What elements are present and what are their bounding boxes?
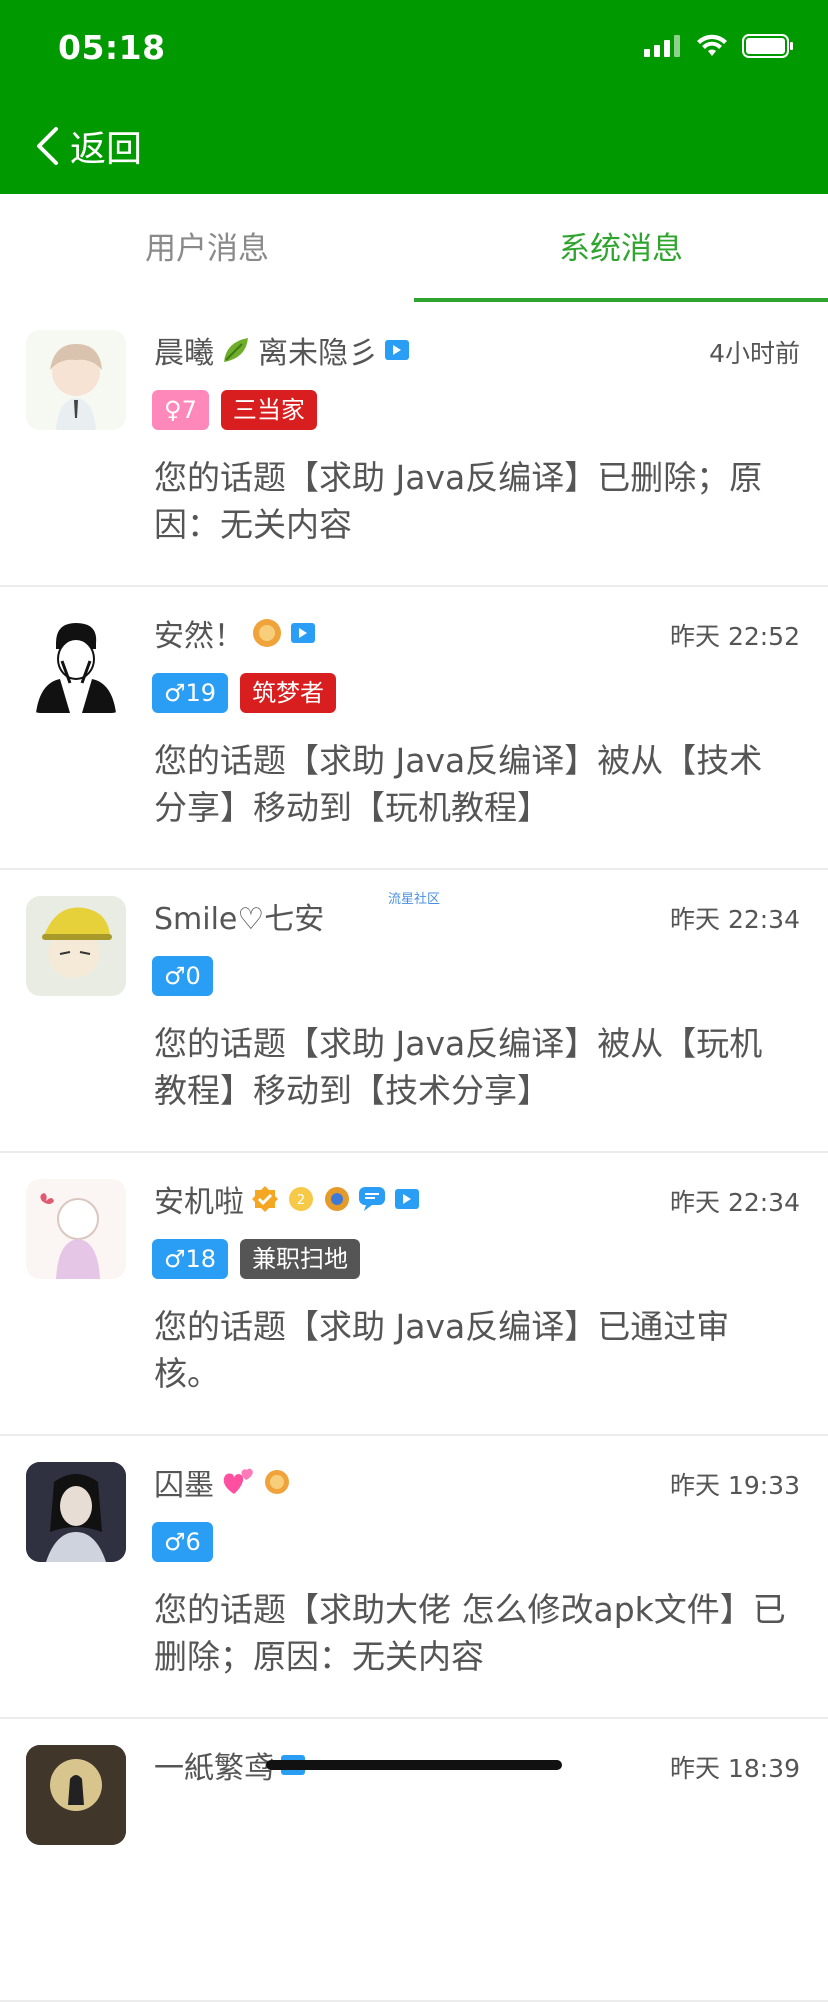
video-icon (395, 1189, 419, 1209)
wifi-icon (697, 34, 727, 56)
gender-level-badge: ♂18 (152, 1239, 229, 1279)
avatar[interactable] (26, 896, 126, 996)
gender-level-badge: ♀7 (152, 390, 209, 430)
avatar[interactable] (26, 330, 126, 430)
svg-text:2: 2 (297, 1193, 305, 1208)
title-badge: 三当家 (220, 390, 317, 430)
user-name-row: 囚墨 (154, 1460, 292, 1504)
badge-row: ♂0 (152, 956, 213, 996)
message-time: 昨天 19:33 (670, 1471, 800, 1500)
video-icon (385, 340, 409, 360)
tab-system-messages[interactable]: 系统消息 (414, 194, 828, 304)
user-name: 安机啦 (154, 1185, 244, 1220)
user-name-row: 晨曦 离未隐彡 (154, 328, 410, 372)
user-name-row: Smile♡七安 (154, 894, 324, 938)
level-badge-icon: 2 (289, 1187, 313, 1211)
active-tab-indicator (414, 298, 828, 302)
message-time: 昨天 18:39 (670, 1754, 800, 1783)
message-time: 昨天 22:52 (670, 622, 800, 651)
gender-level-badge: ♂0 (152, 956, 213, 996)
leaf-icon (224, 338, 248, 362)
user-name-suffix: 离未隐彡 (258, 336, 378, 371)
title-badge: 筑梦者 (240, 673, 337, 713)
message-text: 您的话题【求助 Java反编译】已删除；原因：无关内容 (154, 458, 763, 544)
avatar[interactable] (26, 1462, 126, 1562)
app-header: 05:18 返回 (0, 0, 828, 194)
user-name: 一紙繁鸢 (154, 1751, 274, 1786)
message-time: 昨天 22:34 (670, 1188, 800, 1217)
user-name: Smile♡七安 (154, 902, 325, 937)
badge-row: ♂19 筑梦者 (152, 673, 337, 713)
gender-level-badge: ♂6 (152, 1522, 213, 1562)
back-button[interactable]: 返回 (34, 120, 142, 172)
back-label: 返回 (70, 129, 143, 170)
list-item[interactable]: Smile♡七安 昨天 22:34 ♂0 您的话题【求助 Java反编译】被从【… (0, 870, 828, 1153)
medal-icon (325, 1187, 349, 1211)
hearts-icon (223, 1468, 253, 1494)
medal-icon (265, 1470, 289, 1494)
list-item[interactable]: 安然！ 昨天 22:52 ♂19 筑梦者 您的话题【求助 Java反编译】被从【… (0, 587, 828, 870)
chevron-left-icon (37, 127, 58, 165)
badge-row: ♀7 三当家 (152, 390, 317, 430)
video-icon (291, 623, 315, 643)
tab-user-messages[interactable]: 用户消息 (0, 194, 414, 304)
user-name: 晨曦 (154, 336, 214, 371)
gender-level-badge: ♂19 (152, 673, 229, 713)
badge-row: ♂6 (152, 1522, 213, 1562)
watermark: 流星社区 (388, 892, 441, 907)
status-time: 05:18 (58, 28, 166, 67)
message-list: 晨曦 离未隐彡 4小时前 ♀7 三当家 您的话题【求助 Java反编译】已删除；… (0, 304, 828, 2002)
list-item[interactable]: 安机啦 2 昨天 22:34 ♂18 兼职扫地 您的话题【求助 Java反编译】… (0, 1153, 828, 1436)
avatar[interactable] (26, 1745, 126, 1845)
title-badge: 兼职扫地 (240, 1239, 361, 1279)
message-text: 您的话题【求助 Java反编译】被从【技术分享】移动到【玩机教程】 (154, 741, 763, 827)
user-name-row: 安然！ (154, 611, 316, 655)
badge-row: ♂18 兼职扫地 (152, 1239, 361, 1279)
list-item[interactable]: 晨曦 离未隐彡 4小时前 ♀7 三当家 您的话题【求助 Java反编译】已删除；… (0, 304, 828, 587)
status-icons (644, 34, 794, 58)
list-item[interactable]: 囚墨 昨天 19:33 ♂6 您的话题【求助大佬 怎么修改apk文件】已删除；原… (0, 1436, 828, 1719)
verified-icon (252, 1186, 278, 1212)
tab-bar: 用户消息 系统消息 (0, 194, 828, 305)
home-indicator[interactable] (266, 1760, 562, 1770)
chat-icon (359, 1187, 385, 1211)
user-name: 安然！ (154, 619, 244, 654)
medal-icon (253, 619, 281, 647)
battery-icon (742, 34, 793, 58)
message-text: 您的话题【求助 Java反编译】已通过审核。 (154, 1307, 730, 1393)
message-time: 昨天 22:34 (670, 905, 800, 934)
message-text: 您的话题【求助大佬 怎么修改apk文件】已删除；原因：无关内容 (154, 1590, 786, 1676)
user-name: 囚墨 (154, 1468, 214, 1503)
message-text: 您的话题【求助 Java反编译】被从【玩机教程】移动到【技术分享】 (154, 1024, 763, 1110)
message-time: 4小时前 (709, 339, 800, 368)
avatar[interactable] (26, 613, 126, 713)
user-name-row: 安机啦 2 (154, 1177, 420, 1221)
signal-icon (644, 35, 680, 57)
avatar[interactable] (26, 1179, 126, 1279)
